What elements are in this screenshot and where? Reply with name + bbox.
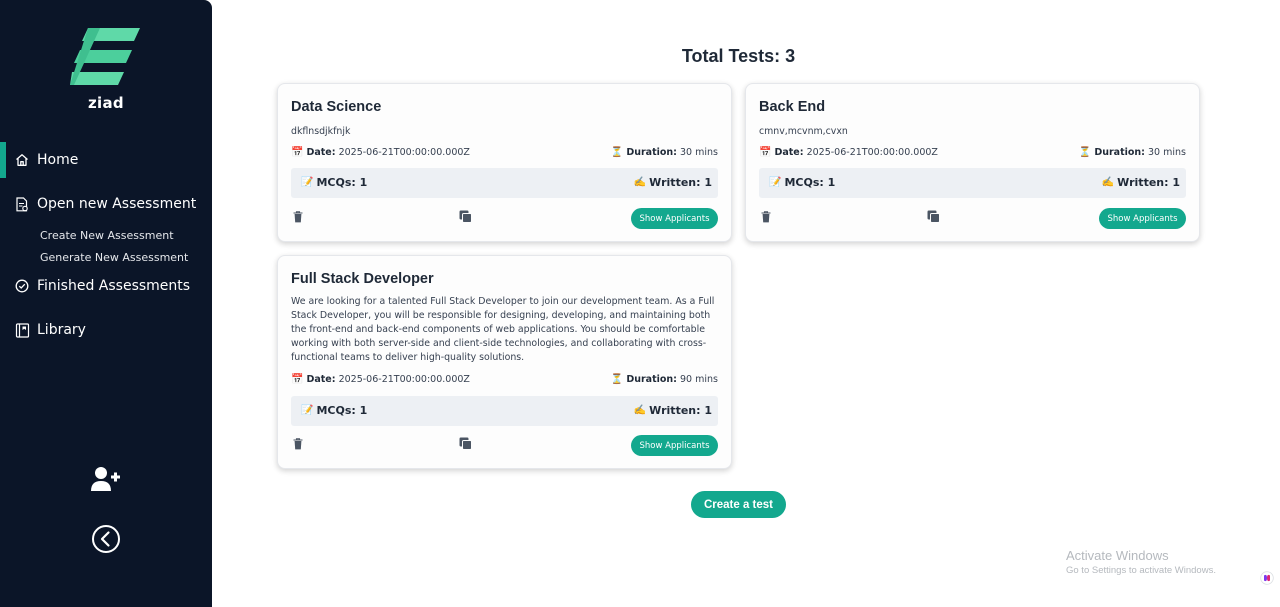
sidebar-subitem-create-new-assessment[interactable]: Create New Assessment bbox=[40, 229, 174, 242]
test-date: 📅 Date: 2025-06-21T00:00:00.000Z bbox=[291, 147, 470, 158]
written-count: ✍️ Written: 1 bbox=[633, 176, 712, 189]
collapse-sidebar-button[interactable] bbox=[90, 523, 122, 555]
test-title: Data Science bbox=[291, 99, 382, 115]
activate-windows-title: Activate Windows bbox=[1066, 548, 1169, 563]
sidebar-item-library[interactable]: Library bbox=[0, 312, 212, 348]
copy-icon[interactable] bbox=[927, 210, 940, 223]
memo-icon: 📝 bbox=[301, 405, 314, 416]
add-user-button[interactable] bbox=[90, 463, 122, 495]
sidebar-item-finished-assessments[interactable]: Finished Assessments bbox=[0, 268, 212, 304]
chevron-left-circle-icon bbox=[92, 525, 120, 553]
hourglass-icon: ⏳ bbox=[610, 374, 624, 385]
trash-icon[interactable] bbox=[293, 211, 303, 223]
calendar-icon: 📅 bbox=[759, 147, 772, 158]
mcq-count: 📝 MCQs: 1 bbox=[301, 176, 368, 189]
test-duration: ⏳ Duration: 90 mins bbox=[610, 374, 718, 385]
test-date: 📅 Date: 2025-06-21T00:00:00.000Z bbox=[759, 147, 938, 158]
document-icon bbox=[14, 196, 30, 212]
memo-icon: 📝 bbox=[301, 177, 314, 188]
activate-windows-subtitle: Go to Settings to activate Windows. bbox=[1066, 565, 1216, 576]
book-icon bbox=[14, 322, 30, 338]
copy-icon[interactable] bbox=[459, 437, 472, 450]
calendar-icon: 📅 bbox=[291, 147, 304, 158]
page-title: Total Tests: 3 bbox=[681, 46, 796, 66]
sidebar-item-open-new-assessment[interactable]: Open new Assessment bbox=[0, 186, 212, 222]
writing-hand-icon: ✍️ bbox=[633, 177, 647, 188]
test-meta-row: 📅 Date: 2025-06-21T00:00:00.000Z ⏳ Durat… bbox=[759, 147, 1186, 161]
written-count: ✍️ Written: 1 bbox=[1101, 176, 1180, 189]
sidebar-item-label: Home bbox=[37, 152, 79, 168]
hourglass-icon: ⏳ bbox=[610, 147, 624, 158]
calendar-icon: 📅 bbox=[291, 374, 304, 385]
test-duration: ⏳ Duration: 30 mins bbox=[1078, 147, 1186, 158]
test-meta-row: 📅 Date: 2025-06-21T00:00:00.000Z ⏳ Durat… bbox=[291, 374, 718, 388]
assistant-icon[interactable] bbox=[1260, 571, 1274, 585]
test-description: dkflnsdjkfnjk bbox=[291, 126, 351, 137]
test-title: Back End bbox=[759, 99, 826, 115]
mcq-count: 📝 MCQs: 1 bbox=[769, 176, 836, 189]
test-description: cmnv,mcvnm,cvxn bbox=[759, 126, 848, 137]
writing-hand-icon: ✍️ bbox=[633, 405, 647, 416]
mcq-count: 📝 MCQs: 1 bbox=[301, 404, 368, 417]
sidebar-item-label: Library bbox=[37, 322, 86, 338]
writing-hand-icon: ✍️ bbox=[1101, 177, 1115, 188]
hourglass-icon: ⏳ bbox=[1078, 147, 1092, 158]
trash-icon[interactable] bbox=[761, 211, 771, 223]
question-counts: 📝 MCQs: 1 ✍️ Written: 1 bbox=[291, 168, 718, 198]
show-applicants-button[interactable]: Show Applicants bbox=[631, 208, 718, 229]
sidebar-item-label: Open new Assessment bbox=[37, 196, 197, 212]
sidebar-item-label: Finished Assessments bbox=[37, 278, 191, 294]
ziad-logo bbox=[70, 28, 140, 85]
test-meta-row: 📅 Date: 2025-06-21T00:00:00.000Z ⏳ Durat… bbox=[291, 147, 718, 161]
trash-icon[interactable] bbox=[293, 438, 303, 450]
written-count: ✍️ Written: 1 bbox=[633, 404, 712, 417]
test-card: Full Stack Developer We are looking for … bbox=[277, 255, 732, 469]
check-circle-icon bbox=[14, 278, 30, 294]
sidebar-item-home[interactable]: Home bbox=[0, 142, 212, 178]
test-description: We are looking for a talented Full Stack… bbox=[291, 296, 715, 363]
show-applicants-button[interactable]: Show Applicants bbox=[1099, 208, 1186, 229]
test-title: Full Stack Developer bbox=[291, 271, 434, 287]
memo-icon: 📝 bbox=[769, 177, 782, 188]
user-plus-icon bbox=[91, 467, 120, 491]
question-counts: 📝 MCQs: 1 ✍️ Written: 1 bbox=[291, 396, 718, 426]
brand-name: ziad bbox=[88, 94, 124, 112]
copy-icon[interactable] bbox=[459, 210, 472, 223]
question-counts: 📝 MCQs: 1 ✍️ Written: 1 bbox=[759, 168, 1186, 198]
test-duration: ⏳ Duration: 30 mins bbox=[610, 147, 718, 158]
create-test-button[interactable]: Create a test bbox=[691, 491, 786, 518]
show-applicants-button[interactable]: Show Applicants bbox=[631, 435, 718, 456]
test-date: 📅 Date: 2025-06-21T00:00:00.000Z bbox=[291, 374, 470, 385]
sidebar-subitem-generate-new-assessment[interactable]: Generate New Assessment bbox=[40, 251, 188, 264]
test-card: Back End cmnv,mcvnm,cvxn 📅 Date: 2025-06… bbox=[745, 83, 1200, 242]
test-card: Data Science dkflnsdjkfnjk 📅 Date: 2025-… bbox=[277, 83, 732, 242]
home-icon bbox=[14, 152, 30, 168]
sidebar: ziad Home Open new Assessment Create New… bbox=[0, 0, 212, 607]
